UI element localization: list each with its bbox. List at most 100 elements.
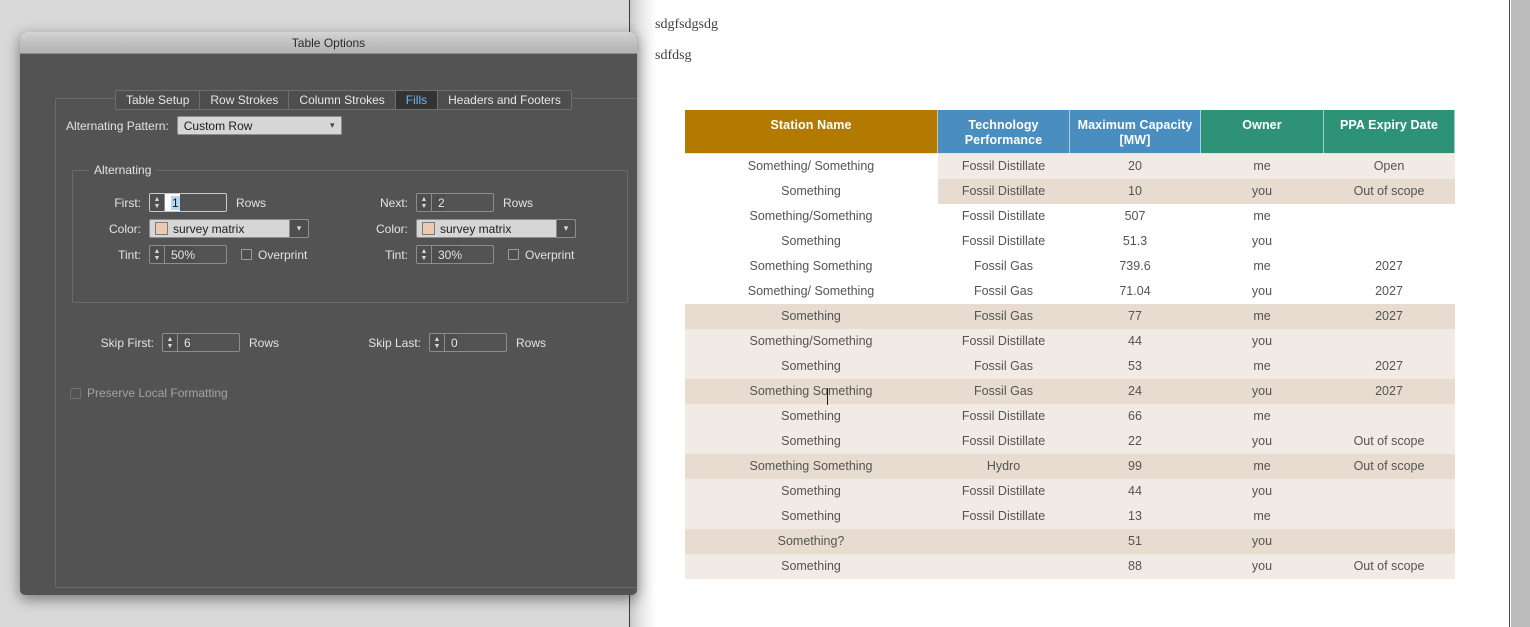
skip-last-unit: Rows (516, 335, 547, 350)
dialog-title: Table Options (291, 35, 366, 50)
table-cell: you (1200, 178, 1324, 204)
skip-last-input[interactable]: 0 (445, 334, 458, 351)
table-cell: 2027 (1323, 378, 1455, 404)
tab-table-setup[interactable]: Table Setup (116, 91, 201, 109)
table-cell: 71.04 (1119, 284, 1151, 298)
table-row: Something Fossil Gas 77 me 2027 (684, 303, 1455, 329)
tab-row-strokes[interactable]: Row Strokes (200, 91, 290, 109)
table-cell: you (1251, 284, 1273, 298)
stepper-arrows-icon[interactable]: ▲ ▼ (430, 334, 445, 351)
table-row: Something Fossil Distillate 22 you Out of sc… (684, 428, 1455, 454)
table-cell (1324, 204, 1455, 229)
table-cell: me (1200, 353, 1324, 379)
first-overprint-label: Overprint (258, 247, 308, 262)
table-header-row: Station Name Technology Performance Maximum… (684, 109, 1455, 154)
stepper-arrows-icon[interactable]: ▲ ▼ (163, 334, 178, 351)
next-color-select[interactable]: survey matrix ▾ (416, 219, 576, 238)
table-cell: Something/Something (749, 209, 873, 223)
next-rows-stepper[interactable]: ▲ ▼ 2 (416, 193, 494, 212)
first-rows-stepper[interactable]: ▲ ▼ 1 (149, 193, 227, 212)
table-cell: you (1251, 234, 1273, 248)
stepper-arrows-icon[interactable]: ▲ ▼ (417, 194, 432, 211)
stepper-arrows-icon[interactable]: ▲ ▼ (150, 246, 165, 263)
alternating-pattern-select[interactable]: Custom Row ▾ (176, 116, 342, 135)
table-cell: you (1200, 328, 1324, 354)
next-overprint-label: Overprint (525, 247, 575, 262)
table-cell: Something Something (684, 378, 938, 404)
table-cell: me (1200, 153, 1324, 179)
next-tint-stepper[interactable]: ▲ ▼ 30% (416, 245, 494, 264)
table-cell: you (1200, 528, 1324, 554)
table-cell: Something (781, 234, 841, 248)
dialog-tabstrip: Table Setup Row Strokes Column Strokes Fill… (115, 90, 572, 110)
first-color-label: Color: (108, 221, 141, 236)
table-cell: Fossil Gas (937, 353, 1070, 379)
table-cell (937, 553, 1070, 579)
next-rows-input[interactable]: 2 (432, 194, 445, 211)
first-tint-stepper[interactable]: ▲ ▼ 50% (149, 245, 227, 264)
table-cell: 51.3 (1122, 234, 1148, 248)
table-cell: Something/ Something (747, 284, 875, 298)
table-cell: Out of scope (1323, 553, 1455, 579)
table-cell: me (1253, 209, 1271, 223)
table-cell: Something Something (684, 453, 938, 479)
tab-column-strokes[interactable]: Column Strokes (289, 91, 396, 109)
stepper-arrows-icon[interactable]: ▲ ▼ (417, 246, 432, 263)
skip-last-stepper[interactable]: ▲ ▼ 0 (429, 333, 507, 352)
table-cell: me (1200, 403, 1324, 429)
table-cell: Something (684, 428, 938, 454)
table-row: Something Something Fossil Gas 739.6 me 2027 (685, 254, 1455, 279)
first-rows-input[interactable]: 1 (165, 194, 180, 211)
alternating-legend: Alternating (89, 163, 157, 177)
table-cell: Hydro (937, 453, 1070, 479)
next-color-row: Color: survey matrix ▾ (354, 219, 576, 238)
stepper-arrows-icon[interactable]: ▲ ▼ (150, 194, 165, 211)
table-cell: me (1200, 503, 1324, 529)
table-cell: you (1200, 553, 1324, 579)
preserve-local-formatting-checkbox[interactable]: Preserve Local Formatting (70, 386, 228, 400)
skip-first-stepper[interactable]: ▲ ▼ 6 (162, 333, 240, 352)
table-cell: Open (1323, 153, 1455, 179)
first-tint-input[interactable]: 50% (165, 246, 196, 263)
table-cell: 51 (1069, 528, 1201, 554)
table-row: Something/Something Fossil Distillate 44 yo… (684, 328, 1455, 354)
table-cell: 2027 (1375, 259, 1403, 273)
table-cell: Something (781, 184, 841, 198)
table-cell: Something (684, 553, 938, 579)
table-row: Something/ Something Fossil Gas 71.04 you 20… (685, 279, 1455, 304)
table-cell: Fossil Distillate (961, 209, 1046, 223)
document-text-line-1: sdgfsdgsdg (655, 17, 719, 32)
table-cell (1323, 503, 1455, 529)
table-cell: Something (684, 403, 938, 429)
table-row: Something Fossil Distillate 66 me (684, 403, 1455, 429)
tab-fills[interactable]: Fills (395, 91, 439, 109)
tab-headers-and-footers[interactable]: Headers and Footers (438, 91, 571, 109)
checkbox-box-icon (70, 387, 81, 399)
color-swatch-icon (155, 222, 168, 235)
first-rows-row: First: ▲ ▼ 1 Rows (87, 193, 266, 212)
table-cell: Out of scope (1323, 178, 1455, 204)
table-cell: you (1200, 478, 1324, 504)
checkbox-box-icon (508, 249, 519, 260)
table-cell: 507 (1124, 209, 1146, 223)
chevron-down-icon[interactable]: ▾ (556, 220, 575, 237)
table-cell: Something? (684, 528, 938, 554)
table-cell: 2027 (1323, 303, 1455, 329)
table-row: Something Something Fossil Gas 24 you 2027 (684, 378, 1455, 404)
alternating-pattern-value: Custom Row (183, 118, 253, 133)
chevron-down-icon: ▾ (323, 117, 341, 134)
table-options-dialog: Table Options Table Setup Row Strokes Colu… (20, 32, 637, 595)
table-cell (1323, 528, 1455, 554)
skip-first-input[interactable]: 6 (178, 334, 191, 351)
first-overprint-checkbox[interactable]: Overprint (241, 248, 307, 262)
table-cell: you (1200, 428, 1324, 454)
table-cell: Something/ Something (747, 159, 875, 174)
next-tint-input[interactable]: 30% (432, 246, 463, 263)
chevron-down-icon[interactable]: ▾ (289, 220, 308, 237)
table-cell (1323, 403, 1455, 429)
table-cell (1323, 478, 1455, 504)
first-rows-unit: Rows (236, 195, 267, 210)
first-color-select[interactable]: survey matrix ▾ (149, 219, 309, 238)
next-overprint-checkbox[interactable]: Overprint (508, 248, 574, 262)
column-header-2: Maximum Capacity [MW] (1069, 109, 1201, 154)
